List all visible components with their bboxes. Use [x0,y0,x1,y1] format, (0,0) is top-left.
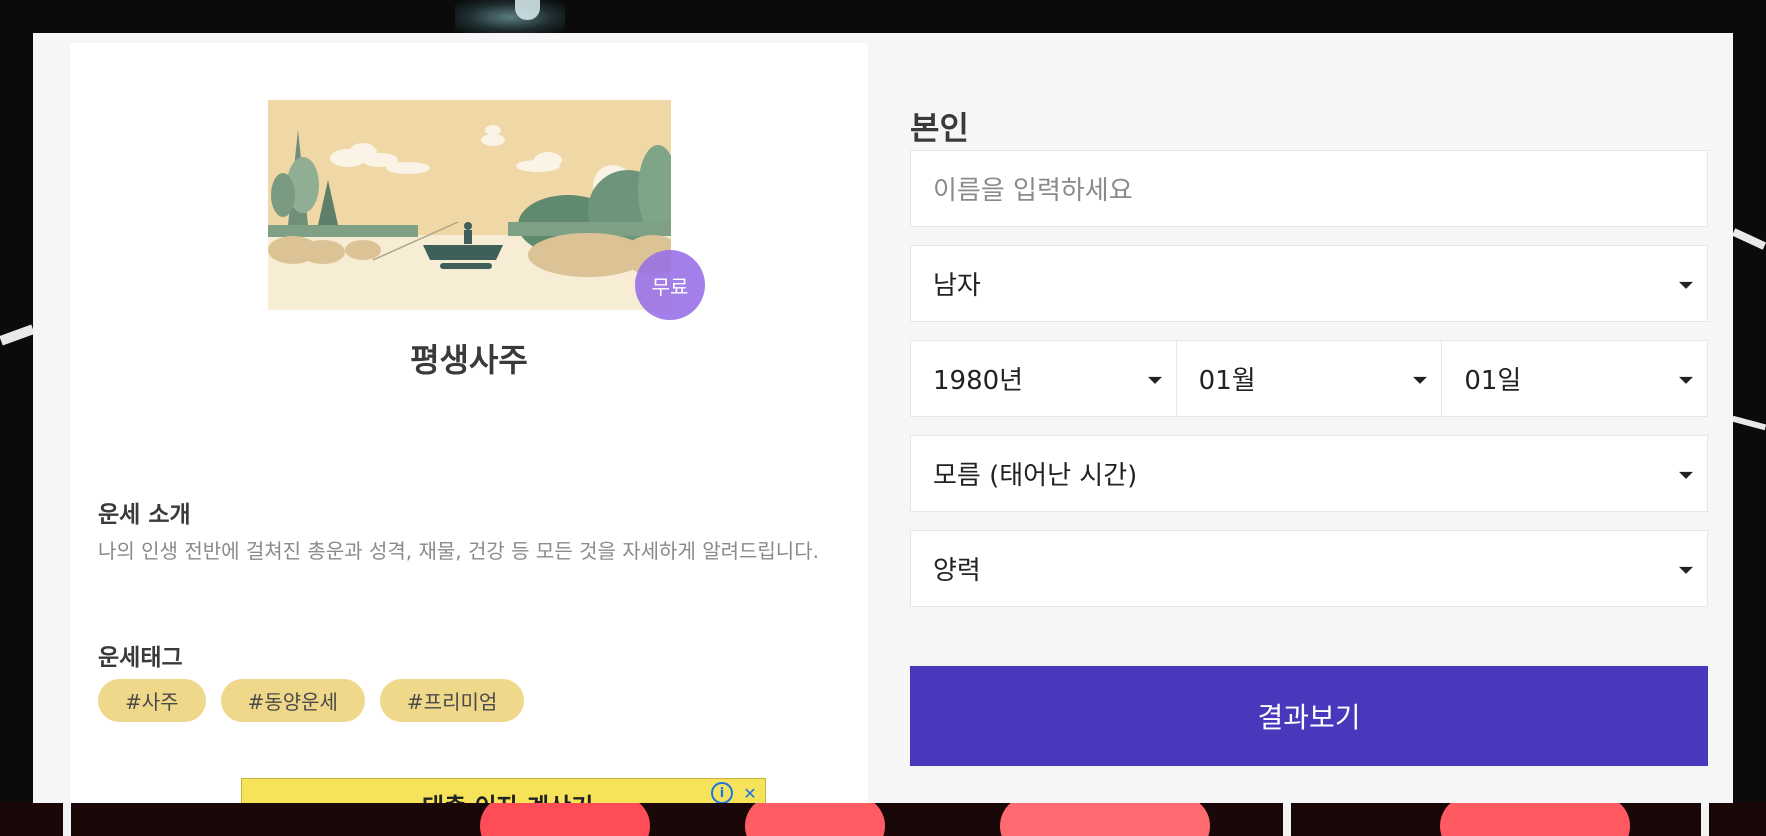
dropdown-arrow-icon [1413,376,1428,384]
dropdown-arrow-icon [1679,281,1693,289]
name-input[interactable]: 이름을 입력하세요 [910,150,1708,227]
fortune-panel: 무료 평생사주 운세 소개 나의 인생 전반에 걸쳐진 총운과 성격, 재물, … [33,33,1733,803]
dropdown-arrow-icon [1679,566,1693,574]
ad-controls: i ✕ [711,782,761,803]
month-value: 01월 [1198,366,1256,396]
bg-light [455,0,565,34]
tag-saju[interactable]: #사주 [98,679,206,722]
section-title: 본인 [910,109,969,147]
ad-close-icon[interactable]: ✕ [739,782,761,803]
bg-stripe [63,802,71,836]
intro-heading: 운세 소개 [98,502,191,528]
gender-select[interactable]: 남자 [910,245,1708,322]
lake-illustration [268,100,671,310]
birth-info-form: 본인 이름을 입력하세요 남자 1980년 01월 01일 모름 (태어난 시간… [910,33,1709,803]
gender-value: 남자 [933,271,981,301]
calendar-type-value: 양력 [933,556,981,586]
view-result-button[interactable]: 결과보기 [910,666,1708,766]
birth-date-row: 1980년 01월 01일 [910,340,1709,417]
dropdown-arrow-icon [1147,376,1162,384]
dropdown-arrow-icon [1679,376,1694,384]
calendar-type-select[interactable]: 양력 [910,530,1708,607]
ad-text[interactable]: 대출 이자 계산기 [422,787,593,803]
intro-text: 나의 인생 전반에 걸쳐진 총운과 성격, 재물, 건강 등 모든 것을 자세하… [98,539,819,563]
tag-list: #사주 #동양운세 #프리미엄 [98,679,525,722]
bg-stripe [1283,802,1291,836]
bg-neon-right [1731,228,1766,250]
year-value: 1980년 [933,366,1024,396]
tag-premium[interactable]: #프리미엄 [379,679,525,722]
bg-neon-left [0,324,35,346]
day-select[interactable]: 01일 [1442,340,1709,417]
bg-stripe [1701,802,1709,836]
birth-time-select[interactable]: 모름 (태어난 시간) [910,435,1708,512]
product-title: 평생사주 [410,341,528,379]
free-badge: 무료 [635,250,705,320]
birth-time-value: 모름 (태어난 시간) [933,461,1138,491]
product-info-card: 무료 평생사주 운세 소개 나의 인생 전반에 걸쳐진 총운과 성격, 재물, … [70,43,868,803]
bg-neon-right-2 [1731,415,1766,431]
dropdown-arrow-icon [1679,471,1693,479]
day-value: 01일 [1464,366,1522,396]
month-select[interactable]: 01월 [1176,340,1443,417]
product-thumbnail [268,100,671,310]
tags-heading: 운세태그 [98,645,183,671]
ad-info-icon[interactable]: i [711,782,733,803]
ad-banner[interactable]: 대출 이자 계산기 i ✕ [241,778,766,803]
year-select[interactable]: 1980년 [910,340,1177,417]
tag-eastern-fortune[interactable]: #동양운세 [220,679,365,722]
